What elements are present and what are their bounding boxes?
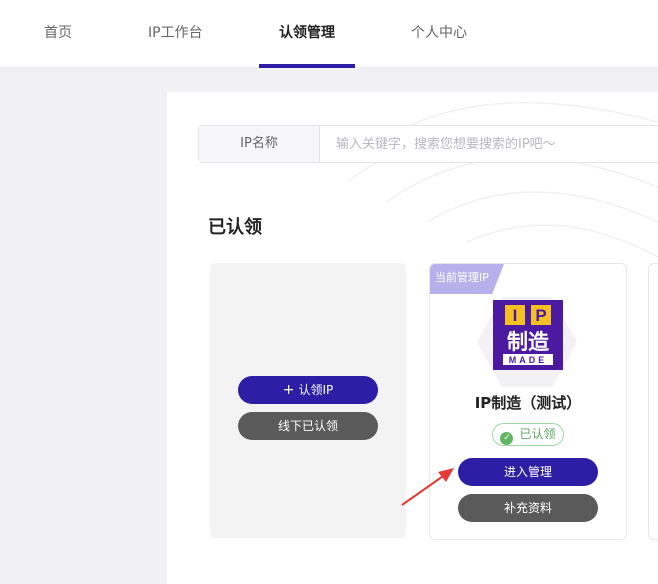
annotation-arrow-icon xyxy=(401,468,454,506)
claimed-status-label: 已认领 xyxy=(519,427,556,441)
ip-name: IP制造（测试） xyxy=(474,394,582,412)
check-icon: ✓ xyxy=(500,432,514,445)
active-tab-indicator xyxy=(259,64,355,68)
tab-home[interactable]: 首页 xyxy=(44,0,72,68)
section-title: 已认领 xyxy=(208,217,262,238)
claim-card: + 认领IP 线下已认领 xyxy=(210,263,406,538)
tab-claim-management[interactable]: 认领管理 xyxy=(279,0,335,68)
plus-icon: + xyxy=(282,382,295,398)
top-nav: 首页 IP工作台 认领管理 个人中心 xyxy=(0,0,658,68)
current-ip-tag: 当前管理IP xyxy=(430,264,504,294)
supplement-info-button[interactable]: 补充资料 xyxy=(458,494,598,522)
claim-ip-button[interactable]: + 认领IP xyxy=(238,376,378,404)
tab-ip-workbench[interactable]: IP工作台 xyxy=(148,0,203,68)
enter-management-button[interactable]: 进入管理 xyxy=(458,458,598,486)
tab-personal-center[interactable]: 个人中心 xyxy=(411,0,467,68)
logo-made: MADE xyxy=(509,355,548,365)
search-input[interactable] xyxy=(320,126,658,162)
ip-logo: I P 制造 MADE xyxy=(493,300,563,370)
ip-card: 当前管理IP I P 制造 MADE IP制造（测试） ✓ 已认领 进入管理 补充… xyxy=(429,263,627,540)
logo-letter-p: P xyxy=(535,306,546,325)
claim-ip-label: 认领IP xyxy=(298,383,334,397)
next-ip-card xyxy=(648,263,658,540)
search-label: IP名称 xyxy=(199,126,320,162)
search-bar: IP名称 xyxy=(198,125,658,163)
logo-letter-i: I xyxy=(513,306,518,325)
claimed-status-badge: ✓ 已认领 xyxy=(492,423,564,446)
offline-claimed-button[interactable]: 线下已认领 xyxy=(238,412,378,440)
logo-zhizao: 制造 xyxy=(507,330,550,354)
